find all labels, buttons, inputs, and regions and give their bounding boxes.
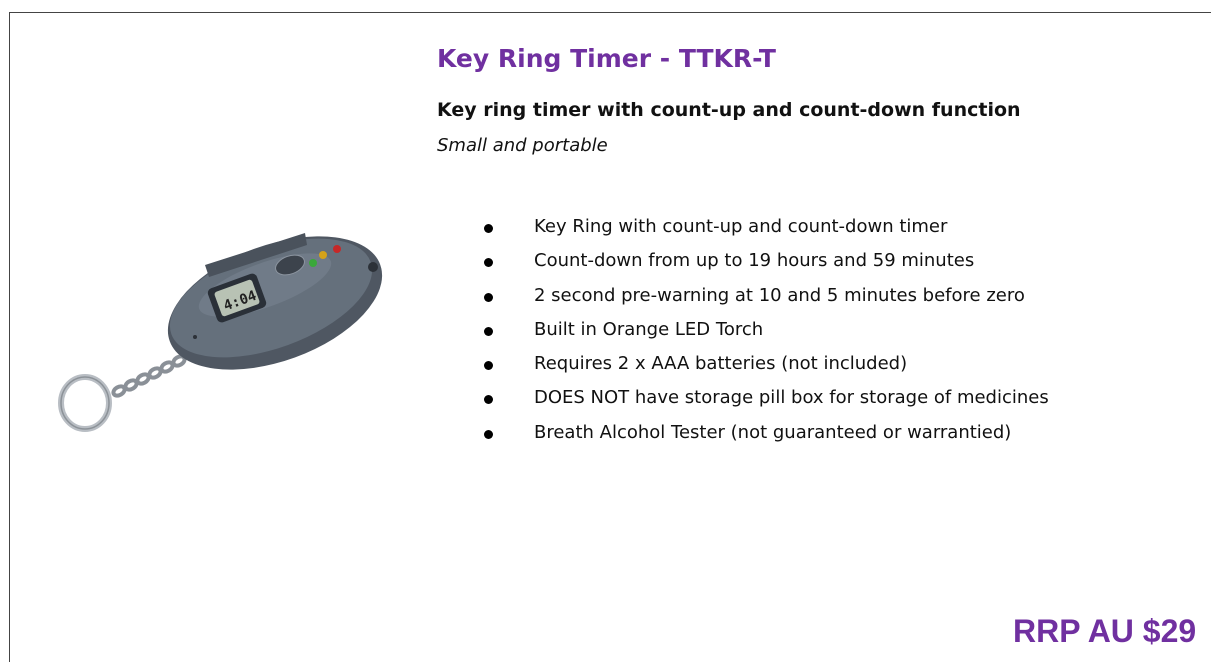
bullet-icon — [484, 292, 493, 302]
key-ring-timer-image: 4:04 — [58, 233, 383, 432]
feature-text: Key Ring with count-up and count-down ti… — [534, 216, 948, 237]
product-title: Key Ring Timer - TTKR-T — [437, 44, 776, 73]
feature-text: Count-down from up to 19 hours and 59 mi… — [534, 250, 975, 272]
product-subtitle: Key ring timer with count-up and count-d… — [437, 99, 1021, 121]
bullet-icon — [484, 224, 493, 233]
chain-icon — [111, 354, 187, 398]
list-item: DOES NOT have storage pill box for stora… — [478, 381, 1049, 415]
list-item: 2 second pre-warning at 10 and 5 minutes… — [478, 279, 1049, 313]
list-item: Breath Alcohol Tester (not guaranteed or… — [478, 416, 1049, 450]
timer-device: 4:04 — [167, 233, 383, 370]
bullet-icon — [484, 258, 493, 268]
green-led-icon — [309, 259, 317, 267]
product-tagline: Small and portable — [437, 135, 608, 156]
list-item: Built in Orange LED Torch — [478, 313, 1049, 347]
bullet-icon — [484, 361, 493, 371]
feature-text: Built in Orange LED Torch — [534, 318, 764, 340]
feature-list: Key Ring with count-up and count-down ti… — [478, 210, 1049, 450]
list-item: Requires 2 x AAA batteries (not included… — [478, 347, 1049, 381]
feature-text: DOES NOT have storage pill box for stora… — [534, 387, 1049, 409]
list-item: Key Ring with count-up and count-down ti… — [478, 210, 1049, 244]
amber-led-icon — [319, 251, 327, 259]
red-led-icon — [333, 245, 341, 253]
bullet-icon — [484, 395, 493, 405]
bullet-icon — [484, 429, 493, 439]
list-item: Count-down from up to 19 hours and 59 mi… — [478, 244, 1049, 278]
feature-text: Requires 2 x AAA batteries (not included… — [534, 353, 908, 375]
bullet-icon — [484, 326, 493, 336]
torch-lens-icon — [368, 262, 378, 272]
feature-text: Breath Alcohol Tester (not guaranteed or… — [534, 421, 1012, 443]
feature-text: 2 second pre-warning at 10 and 5 minutes… — [534, 284, 1025, 306]
price-label: RRP AU $29 — [1013, 613, 1197, 649]
